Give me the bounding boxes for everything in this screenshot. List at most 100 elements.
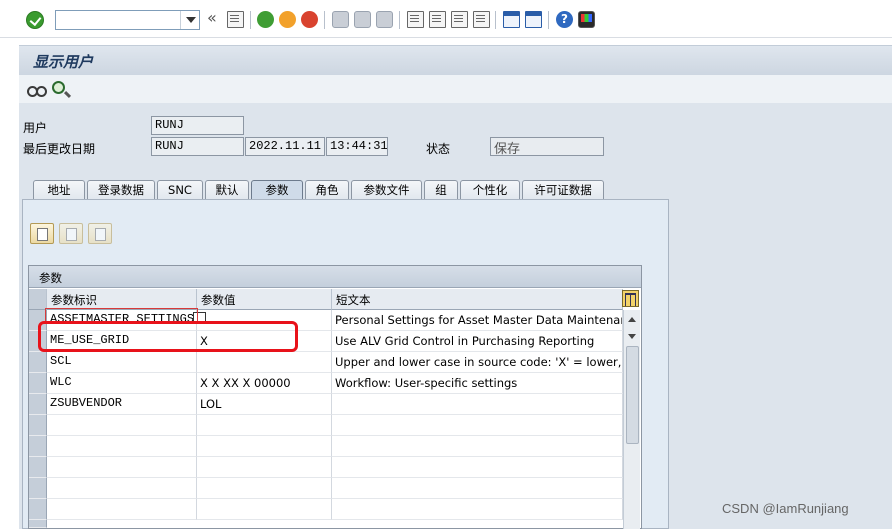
empty-cell[interactable] bbox=[197, 415, 332, 436]
highlight-annotation bbox=[38, 321, 298, 352]
parameters-table: 参数 参数标识 参数值 短文本 ASSETMASTER_SETTINGS Per… bbox=[28, 265, 642, 529]
scroll-down-icon[interactable] bbox=[628, 334, 636, 339]
short-text-cell: Use ALV Grid Control in Purchasing Repor… bbox=[332, 331, 623, 352]
command-field-dropdown-icon[interactable] bbox=[180, 11, 199, 29]
row-selector[interactable] bbox=[29, 457, 47, 478]
empty-cell[interactable] bbox=[197, 436, 332, 457]
table-vertical-scrollbar[interactable] bbox=[623, 310, 640, 529]
watermark: CSDN @IamRunjiang bbox=[722, 501, 849, 516]
empty-cell[interactable] bbox=[47, 457, 197, 478]
help-icon[interactable]: ? bbox=[556, 11, 573, 28]
title-bar: 显示用户 bbox=[19, 45, 892, 75]
display-change-icon[interactable] bbox=[27, 81, 47, 99]
empty-cell[interactable] bbox=[197, 457, 332, 478]
back-nav-icon[interactable] bbox=[257, 11, 274, 28]
row-selector[interactable] bbox=[29, 520, 47, 528]
next-page-icon[interactable] bbox=[451, 11, 468, 28]
tab-parameters[interactable]: 参数 bbox=[251, 180, 303, 200]
tab-logon-data[interactable]: 登录数据 bbox=[87, 180, 155, 200]
empty-cell[interactable] bbox=[197, 499, 332, 520]
user-field: RUNJ bbox=[151, 116, 244, 135]
tab-label: 登录数据 bbox=[98, 183, 144, 197]
new-session-icon[interactable] bbox=[503, 11, 520, 28]
tab-label: 参数文件 bbox=[363, 183, 410, 197]
page-title: 显示用户 bbox=[33, 53, 94, 71]
param-id-cell[interactable]: SCL bbox=[47, 352, 197, 373]
customize-layout-icon[interactable] bbox=[578, 11, 595, 28]
column-header-param-id[interactable]: 参数标识 bbox=[47, 289, 197, 310]
print-icon[interactable] bbox=[332, 11, 349, 28]
command-field[interactable] bbox=[55, 10, 200, 30]
empty-cell[interactable] bbox=[47, 478, 197, 499]
toolbar-separator bbox=[548, 11, 549, 29]
find-icon[interactable] bbox=[354, 11, 371, 28]
last-changed-date-field: 2022.11.11 bbox=[245, 137, 325, 156]
zoom-icon[interactable] bbox=[52, 81, 65, 94]
column-header-short-text[interactable]: 短文本 bbox=[332, 289, 623, 310]
row-selector[interactable] bbox=[29, 373, 47, 394]
exit-icon[interactable] bbox=[279, 11, 296, 28]
column-header-param-value[interactable]: 参数值 bbox=[197, 289, 332, 310]
cancel-icon[interactable] bbox=[301, 11, 318, 28]
row-selector[interactable] bbox=[29, 394, 47, 415]
collapse-command-icon[interactable]: « bbox=[207, 9, 217, 27]
save-icon[interactable] bbox=[227, 11, 244, 28]
empty-cell[interactable] bbox=[197, 478, 332, 499]
append-row-button bbox=[59, 223, 83, 244]
empty-cell bbox=[332, 436, 623, 457]
system-toolbar: « ? bbox=[0, 0, 892, 38]
column-layout-icon[interactable] bbox=[622, 290, 639, 307]
empty-cell bbox=[332, 478, 623, 499]
shortcut-icon[interactable] bbox=[525, 11, 542, 28]
toolbar-separator bbox=[324, 11, 325, 29]
param-id-cell[interactable]: ZSUBVENDOR bbox=[47, 394, 197, 415]
tab-label: 组 bbox=[435, 183, 447, 197]
last-changed-by-field: RUNJ bbox=[151, 137, 244, 156]
tab-roles[interactable]: 角色 bbox=[305, 180, 349, 200]
row-selector[interactable] bbox=[29, 478, 47, 499]
param-value-cell[interactable] bbox=[197, 352, 332, 373]
tab-address[interactable]: 地址 bbox=[33, 180, 85, 200]
toolbar-separator bbox=[399, 11, 400, 29]
scroll-up-icon[interactable] bbox=[628, 317, 636, 322]
tab-label: 地址 bbox=[47, 183, 71, 197]
short-text-cell: Workflow: User-specific settings bbox=[332, 373, 623, 394]
tab-snc[interactable]: SNC bbox=[157, 180, 203, 200]
empty-cell bbox=[332, 415, 623, 436]
last-page-icon[interactable] bbox=[473, 11, 490, 28]
tab-label: 默认 bbox=[215, 183, 239, 197]
short-text-cell: Upper and lower case in source code: 'X'… bbox=[332, 352, 623, 373]
user-label: 用户 bbox=[23, 121, 48, 135]
enter-icon[interactable] bbox=[26, 11, 44, 29]
prev-page-icon[interactable] bbox=[429, 11, 446, 28]
row-selector[interactable] bbox=[29, 415, 47, 436]
first-page-icon[interactable] bbox=[407, 11, 424, 28]
row-selector[interactable] bbox=[29, 436, 47, 457]
short-text-cell: Personal Settings for Asset Master Data … bbox=[332, 310, 623, 331]
tab-label: 许可证数据 bbox=[534, 183, 592, 197]
param-value-cell[interactable]: X X XX X 00000 bbox=[197, 373, 332, 394]
empty-cell[interactable] bbox=[47, 436, 197, 457]
tab-defaults[interactable]: 默认 bbox=[205, 180, 249, 200]
application-toolbar bbox=[19, 75, 892, 103]
scrollbar-thumb[interactable] bbox=[626, 346, 639, 444]
tab-groups[interactable]: 组 bbox=[424, 180, 458, 200]
tab-label: 个性化 bbox=[472, 183, 508, 197]
empty-cell bbox=[332, 457, 623, 478]
row-selector[interactable] bbox=[29, 352, 47, 373]
param-id-cell[interactable]: WLC bbox=[47, 373, 197, 394]
empty-cell[interactable] bbox=[47, 415, 197, 436]
find-next-icon[interactable] bbox=[376, 11, 393, 28]
last-changed-time-field: 13:44:31 bbox=[326, 137, 388, 156]
param-value-cell[interactable]: LOL bbox=[197, 394, 332, 415]
tab-license-data[interactable]: 许可证数据 bbox=[522, 180, 604, 200]
empty-cell[interactable] bbox=[47, 499, 197, 520]
select-all-header[interactable] bbox=[29, 289, 47, 310]
insert-row-button[interactable] bbox=[30, 223, 54, 244]
row-selector[interactable] bbox=[29, 499, 47, 520]
tab-profiles[interactable]: 参数文件 bbox=[351, 180, 422, 200]
tab-label: 角色 bbox=[315, 183, 339, 197]
parameters-section-title: 参数 bbox=[29, 266, 641, 288]
last-changed-label: 最后更改日期 bbox=[23, 142, 96, 156]
tab-personalization[interactable]: 个性化 bbox=[460, 180, 520, 200]
